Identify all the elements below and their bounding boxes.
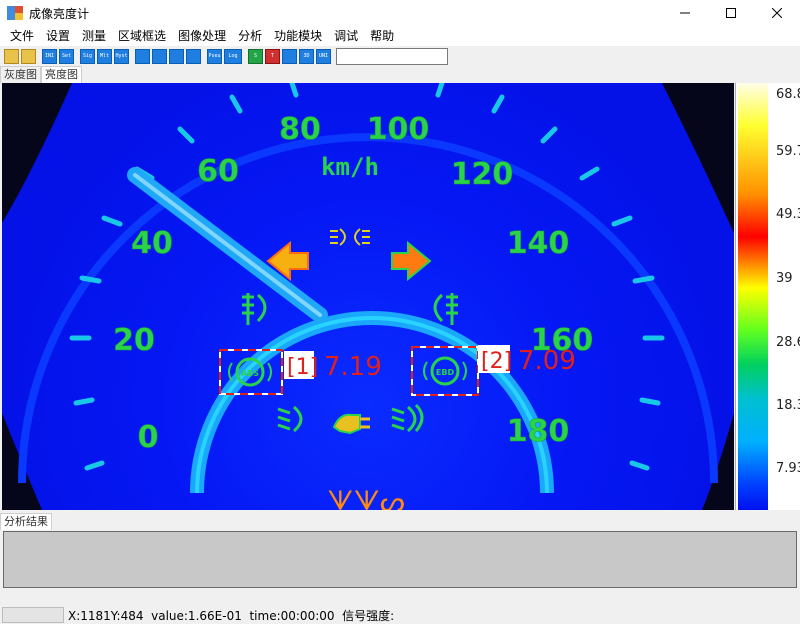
- tab-luminance[interactable]: 亮度图: [41, 66, 82, 83]
- speed-label-100: 100: [367, 112, 430, 147]
- speed-label-120: 120: [451, 157, 514, 192]
- roi-1-label: [1]: [287, 355, 318, 380]
- tab-grayscale[interactable]: 灰度图: [0, 66, 41, 83]
- roi-2-label: [2]: [481, 349, 512, 374]
- speed-label-60: 60: [197, 154, 239, 189]
- tool-d-button[interactable]: [186, 48, 201, 64]
- open-folder-button[interactable]: [21, 48, 36, 64]
- abs-badge: ABS: [241, 369, 259, 378]
- minimize-button[interactable]: [662, 0, 708, 26]
- menu-file[interactable]: 文件: [4, 26, 40, 46]
- menu-measure[interactable]: 测量: [76, 26, 112, 46]
- menu-image-processing[interactable]: 图像处理: [172, 26, 232, 46]
- tab-analysis-results[interactable]: 分析结果: [0, 513, 52, 530]
- color-scale-label-4: 39: [776, 271, 793, 286]
- menu-function-modules[interactable]: 功能模块: [268, 26, 328, 46]
- ini-button[interactable]: INI: [42, 48, 57, 64]
- menu-settings[interactable]: 设置: [40, 26, 76, 46]
- pseu-button[interactable]: Pseu: [207, 48, 222, 64]
- open-file-button[interactable]: [4, 48, 19, 64]
- tool-b-button[interactable]: [152, 48, 167, 64]
- analysis-results-panel[interactable]: [3, 531, 797, 588]
- 3d-button[interactable]: 3D: [299, 48, 314, 64]
- color-scale-label-6: 18.3: [776, 398, 800, 413]
- tool-e-button[interactable]: [282, 48, 297, 64]
- color-scale-bar: [738, 83, 768, 510]
- set-button[interactable]: Set: [59, 48, 74, 64]
- menu-analysis[interactable]: 分析: [232, 26, 268, 46]
- title-bar: 成像亮度计: [0, 0, 800, 26]
- toolbar: INI Set Sig Mlt Hyst Pseu Log S T 3D UNI: [0, 46, 800, 66]
- s-button[interactable]: S: [248, 48, 263, 64]
- speed-label-0: 0: [138, 420, 159, 455]
- close-icon: [772, 8, 782, 18]
- status-text: X:1181Y:484 value:1.66E-01 time:00:00:00…: [68, 608, 395, 623]
- menu-region-select[interactable]: 区域框选: [112, 26, 172, 46]
- speed-label-20: 20: [113, 323, 155, 358]
- close-button[interactable]: [754, 0, 800, 26]
- toolbar-input[interactable]: [336, 47, 448, 65]
- sig-button[interactable]: Sig: [80, 48, 95, 64]
- color-scale-label-1: 68.8: [776, 87, 800, 102]
- speed-label-180: 180: [507, 414, 570, 449]
- tool-a-button[interactable]: [135, 48, 150, 64]
- minimize-icon: [680, 12, 690, 14]
- speed-label-140: 140: [507, 226, 570, 261]
- color-scale-label-2: 59.7: [776, 144, 800, 159]
- t-button[interactable]: T: [265, 48, 280, 64]
- hyst-button[interactable]: Hyst: [114, 48, 129, 64]
- color-bar-legend: 68.8 59.7 49.3 39 28.6 18.3 7.93: [735, 83, 800, 510]
- color-scale-label-7: 7.93: [776, 461, 800, 476]
- results-tab: 分析结果: [0, 513, 52, 530]
- ebd-badge: EBD: [436, 368, 455, 377]
- luminance-image[interactable]: 0 20 40 60 80 100 120 140 160 180 km/h A…: [2, 83, 734, 510]
- color-scale-label-5: 28.6: [776, 335, 800, 350]
- menu-bar: 文件 设置 测量 区域框选 图像处理 分析 功能模块 调试 帮助: [0, 26, 800, 46]
- tool-c-button[interactable]: [169, 48, 184, 64]
- speed-label-40: 40: [131, 226, 173, 261]
- bottom-indicator-text: ᗐᗐᔕ: [327, 485, 405, 510]
- roi-1-value: 7.19: [324, 352, 382, 382]
- status-progress-well: [2, 607, 64, 623]
- speed-label-80: 80: [279, 112, 321, 147]
- color-scale-label-3: 49.3: [776, 207, 800, 222]
- maximize-icon: [726, 8, 736, 18]
- menu-debug[interactable]: 调试: [328, 26, 364, 46]
- uni-button[interactable]: UNI: [316, 48, 331, 64]
- speed-unit-label: km/h: [321, 153, 379, 181]
- roi-2-value: 7.09: [518, 346, 576, 376]
- menu-help[interactable]: 帮助: [364, 26, 400, 46]
- app-icon: [7, 6, 23, 20]
- status-bar: X:1181Y:484 value:1.66E-01 time:00:00:00…: [0, 606, 800, 624]
- view-tabs: 灰度图 亮度图: [0, 66, 82, 83]
- mlt-button[interactable]: Mlt: [97, 48, 112, 64]
- log-button[interactable]: Log: [224, 48, 242, 64]
- window-title: 成像亮度计: [29, 6, 90, 21]
- maximize-button[interactable]: [708, 0, 754, 26]
